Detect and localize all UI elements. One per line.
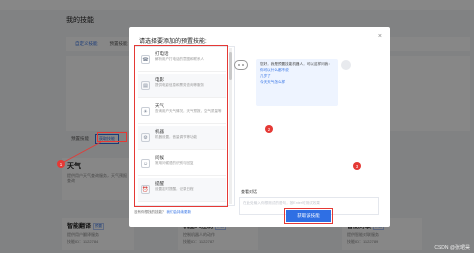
footer-text: 没有你想找的技能？ (134, 210, 166, 214)
robot-avatar-icon (234, 60, 248, 70)
test-input-label: 查看对话 (241, 189, 257, 194)
chat-suggestion[interactable]: 今天天气怎么样 (260, 79, 334, 85)
user-avatar (341, 60, 351, 70)
chat-bubble: 您好，我是预置技能机器人，可以这样问我： 你可以什么都不说 几岁了 今天天气怎么… (256, 59, 338, 106)
arrow-1 (63, 141, 102, 163)
skill-preview-chat: 您好，我是预置技能机器人，可以这样问我： 你可以什么都不说 几岁了 今天天气怎么… (229, 46, 385, 215)
dialog-title: 请选择要添加的预置技能: (139, 39, 207, 45)
highlight-skill-list (134, 45, 228, 207)
watermark: CSDN @张珺昊 (434, 245, 470, 251)
add-skill-button[interactable]: 获取该技能 (284, 208, 333, 224)
step-badge-3: 3 (353, 162, 361, 170)
close-icon[interactable]: × (378, 33, 382, 40)
footer-link[interactable]: 我们会持续更新 (166, 210, 191, 214)
step-badge-2: 2 (265, 125, 273, 133)
list-footer: 没有你想找的技能？ 我们会持续更新 (134, 210, 235, 215)
